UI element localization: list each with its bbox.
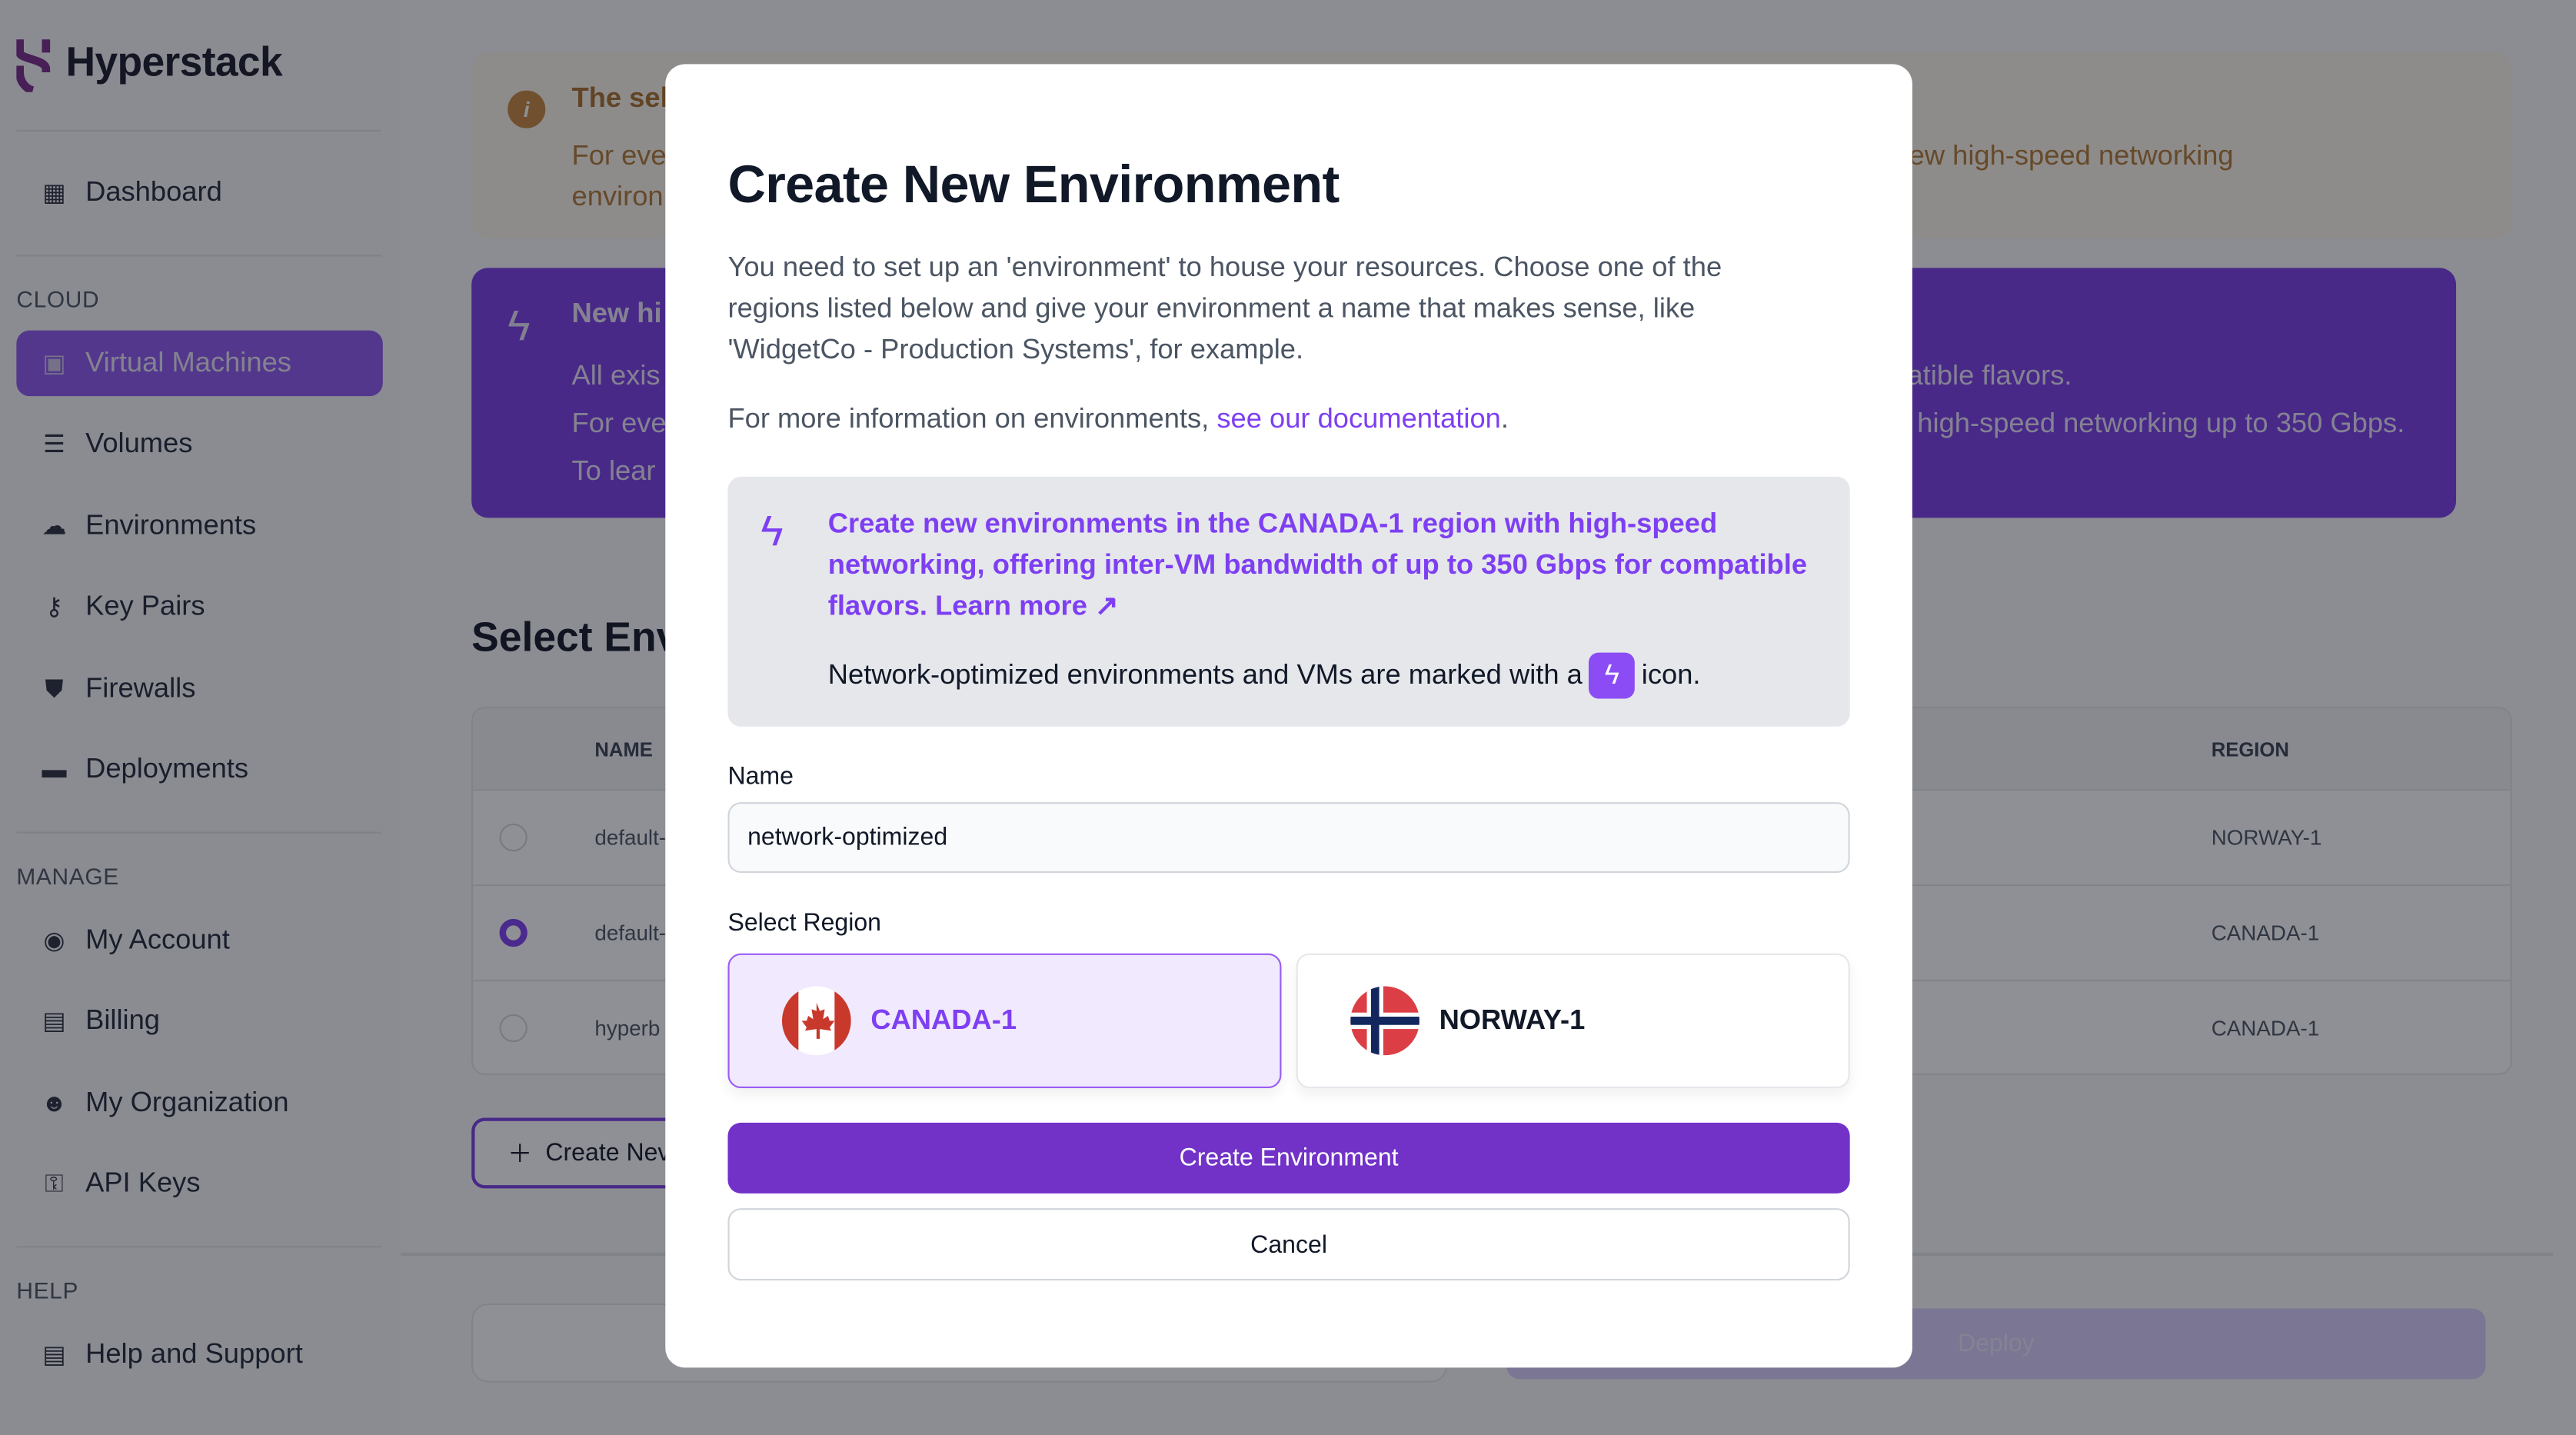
cancel-button[interactable]: Cancel [727, 1208, 1850, 1281]
note-text: Network-optimized environments and VMs a… [827, 659, 1583, 691]
callout-note: Network-optimized environments and VMs a… [827, 652, 1701, 699]
norway-flag-icon [1350, 986, 1419, 1056]
network-optimized-bolt-icon: ϟ [1589, 652, 1636, 699]
info-text: For more information on environments, [727, 402, 1217, 434]
name-input[interactable] [727, 802, 1850, 874]
info-suffix: . [1500, 402, 1509, 434]
name-label: Name [727, 762, 794, 791]
documentation-link[interactable]: see our documentation [1216, 403, 1501, 434]
callout-text[interactable]: Create new environments in the CANADA-1 … [828, 503, 1830, 626]
canada-flag-icon [781, 986, 851, 1056]
modal-description: You need to set up an 'environment' to h… [727, 251, 1722, 365]
modal-title: Create New Environment [727, 154, 1340, 214]
region-label-canada: CANADA-1 [870, 1004, 1017, 1036]
modal-info: For more information on environments, se… [727, 403, 1509, 436]
network-callout: ϟ Create new environments in the CANADA-… [727, 476, 1850, 727]
create-environment-modal: Create New Environment You need to set u… [665, 64, 1912, 1368]
create-environment-button[interactable]: Create Environment [727, 1122, 1850, 1194]
region-option-canada[interactable]: CANADA-1 [727, 953, 1282, 1089]
bolt-icon: ϟ [760, 506, 784, 556]
region-label: Select Region [727, 909, 882, 937]
region-option-norway[interactable]: NORWAY-1 [1296, 953, 1850, 1089]
note-suffix: icon. [1641, 659, 1701, 691]
region-label-norway: NORWAY-1 [1439, 1004, 1586, 1036]
